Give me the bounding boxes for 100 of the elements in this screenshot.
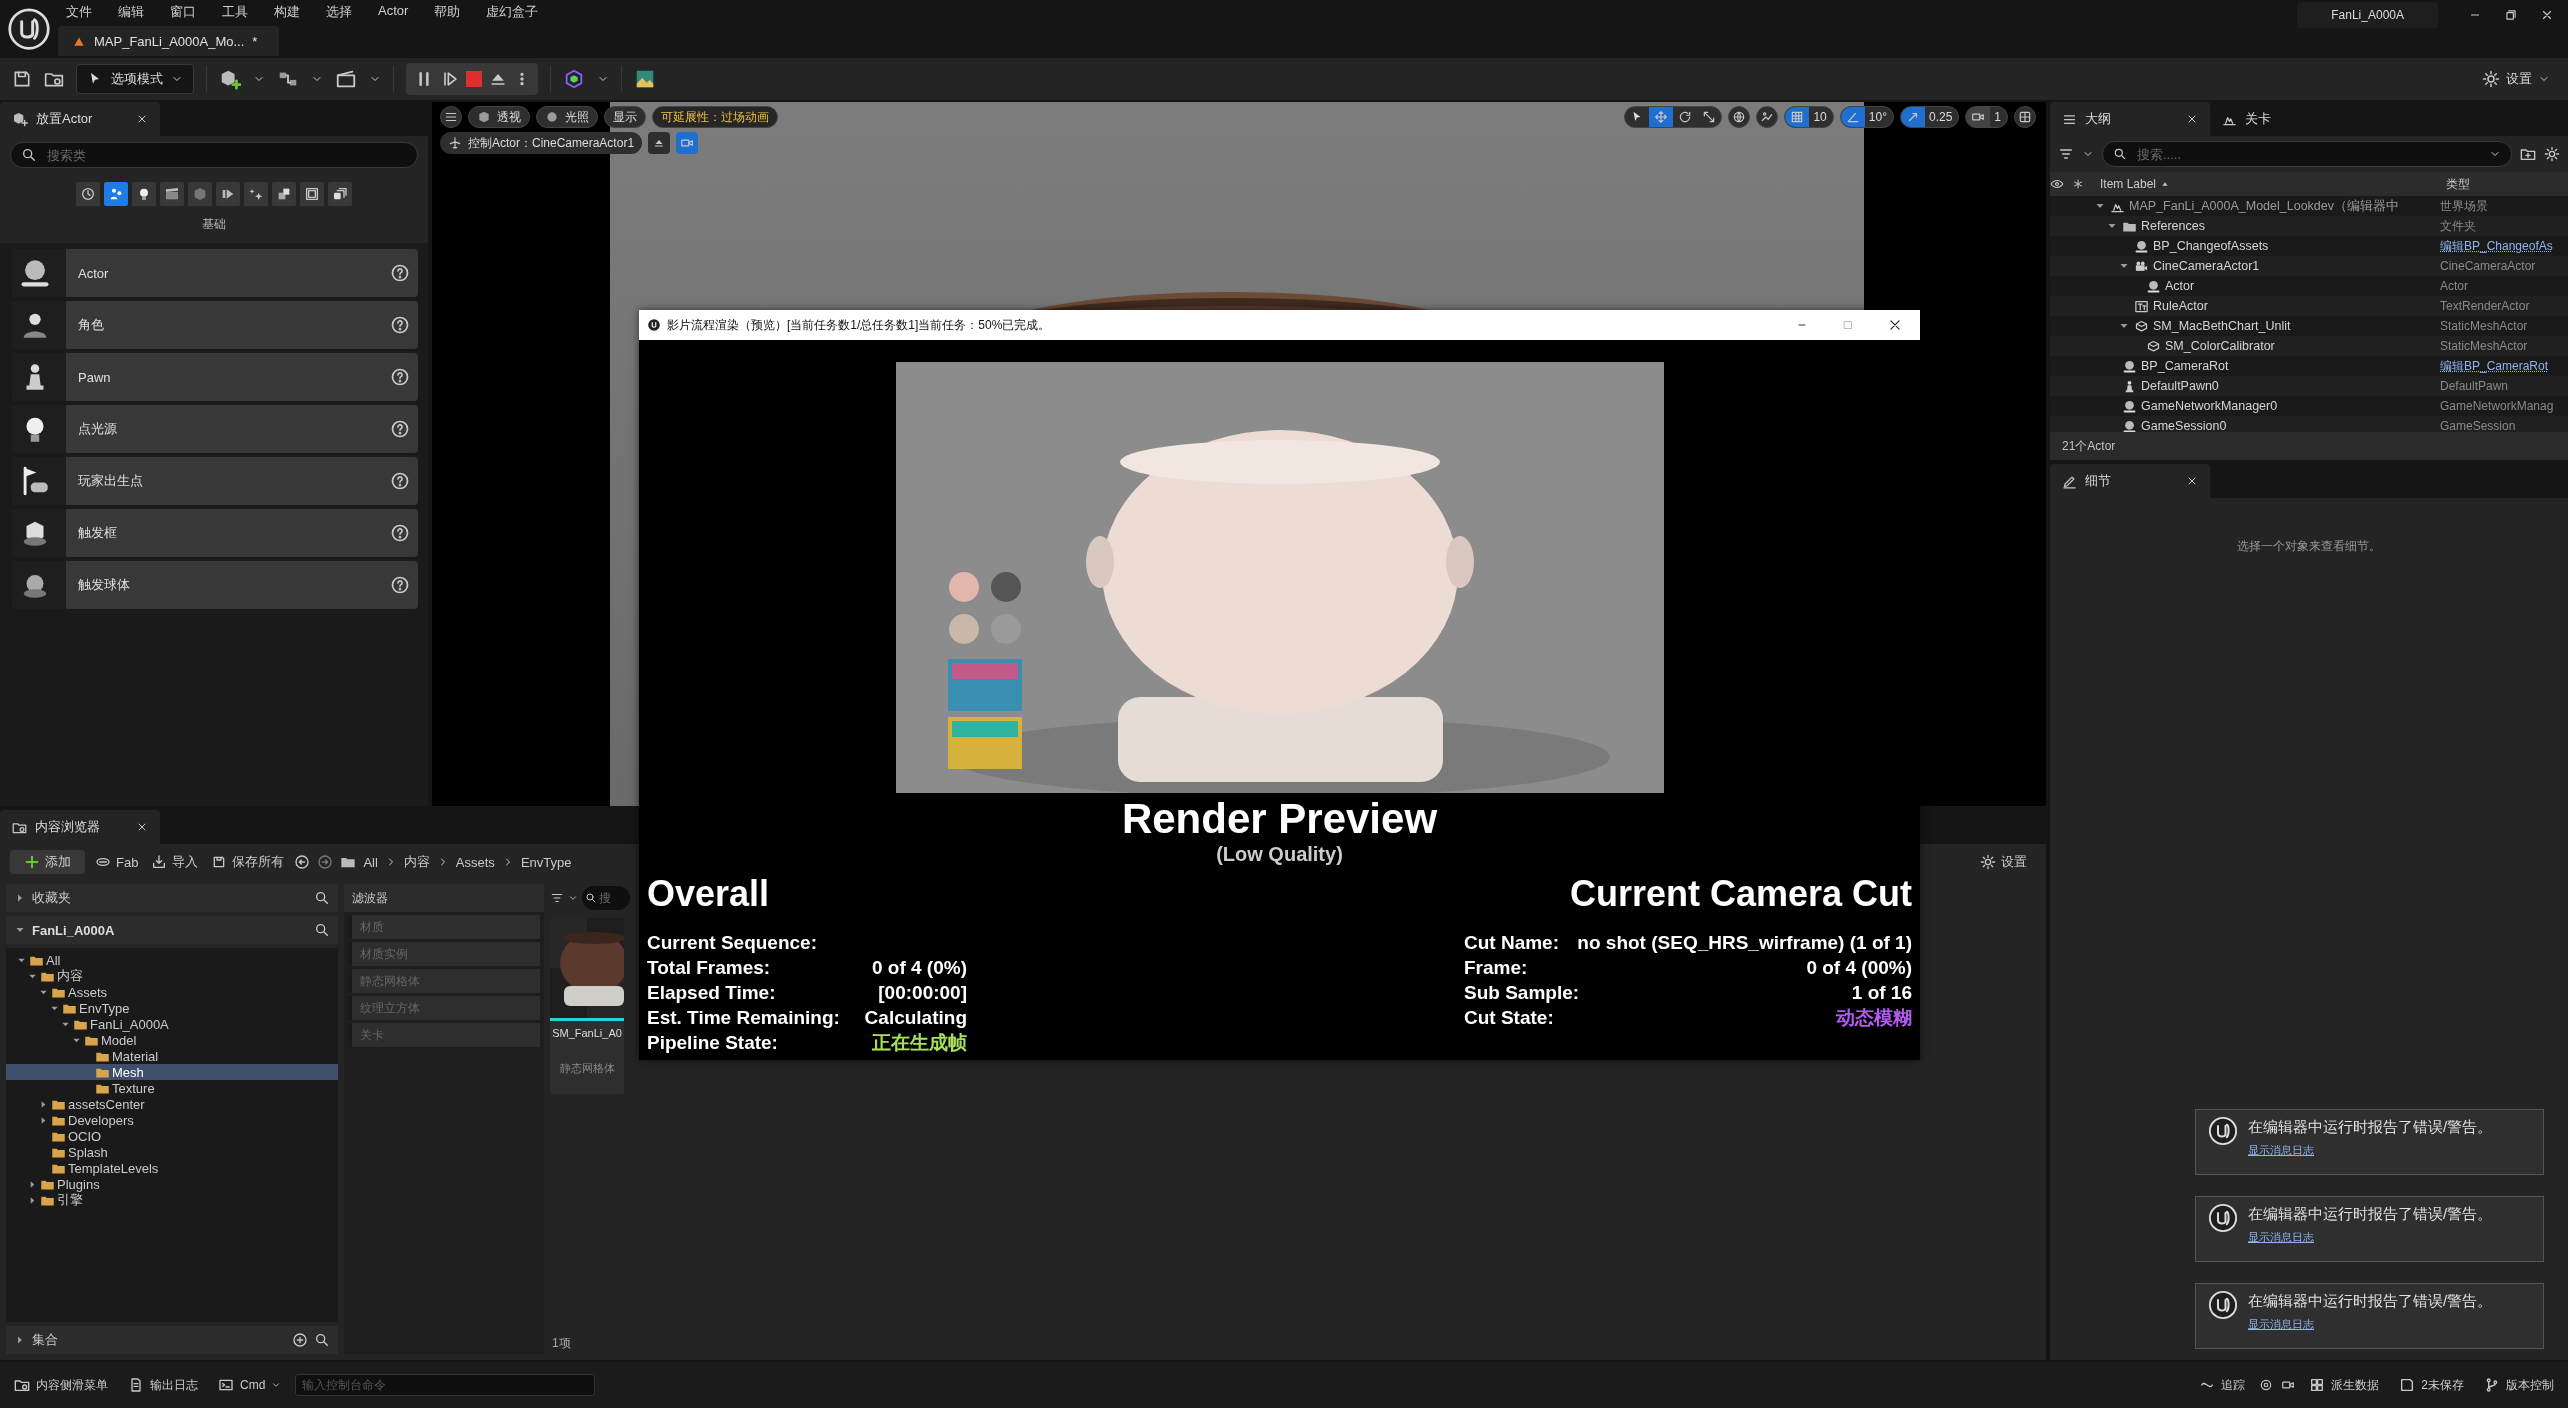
folder-item[interactable]: Model	[6, 1032, 338, 1048]
toolbar-button[interactable]: Fab	[92, 851, 142, 873]
add-folder-icon[interactable]	[2520, 146, 2536, 162]
restore-icon[interactable]	[2504, 8, 2518, 22]
outliner-item[interactable]: MAP_FanLi_A000A_Model_Lookdev（编辑器中	[2129, 197, 2399, 215]
console-field[interactable]: 输入控制台命令	[295, 1374, 596, 1396]
toolbar-button[interactable]: 添加	[10, 850, 85, 874]
panel-tab[interactable]: 大纲	[2050, 102, 2210, 136]
close-icon[interactable]	[136, 113, 148, 125]
search-field[interactable]: 搜	[582, 886, 630, 910]
folder-item[interactable]: Mesh	[6, 1064, 338, 1080]
platform-icon[interactable]	[563, 68, 585, 90]
settings-button[interactable]: 设置	[1977, 850, 2030, 874]
view-button[interactable]: 透视	[468, 106, 530, 128]
folder-item[interactable]: Texture	[6, 1080, 338, 1096]
document-tab[interactable]: MAP_FanLi_A000A_Mo... *	[58, 26, 280, 56]
outliner-item[interactable]: DefaultPawn0	[2141, 379, 2219, 393]
toolbar-button[interactable]: 保存所有	[208, 850, 288, 874]
help-icon[interactable]	[390, 263, 410, 283]
asset-tile[interactable]: SM_FanLi_A0 静态网格体	[550, 918, 624, 1094]
message-log-link[interactable]: 显示消息日志	[2248, 1317, 2493, 1332]
folder-item[interactable]: Developers	[6, 1112, 338, 1128]
outliner-item[interactable]: RuleActor	[2153, 299, 2208, 313]
help-icon[interactable]	[390, 471, 410, 491]
panel-tab[interactable]: 关卡	[2210, 102, 2370, 136]
placeable-item[interactable]: 触发球体	[12, 561, 418, 609]
category-tab[interactable]	[216, 182, 240, 206]
panel-tab[interactable]: 细节	[2050, 464, 2210, 498]
menu-item[interactable]: 构建	[274, 3, 300, 22]
search-icon[interactable]	[314, 1332, 330, 1348]
folder-item[interactable]: TemplateLevels	[6, 1160, 338, 1176]
folder-item[interactable]: EnvType	[6, 1000, 338, 1016]
outliner-item[interactable]: GameNetworkManager0	[2141, 399, 2278, 413]
category-tab[interactable]	[104, 182, 128, 206]
status-button[interactable]: 版本控制	[2478, 1374, 2560, 1396]
placeable-item[interactable]: Actor	[12, 249, 418, 297]
settings-icon[interactable]	[2544, 146, 2560, 162]
camera-speed-button[interactable]: 1	[1965, 106, 2008, 128]
column-header[interactable]: Item Label	[2094, 172, 2440, 196]
section-header[interactable]: 集合	[6, 1326, 338, 1354]
folder-item[interactable]: assetsCenter	[6, 1096, 338, 1112]
menu-item[interactable]: 虚幻盒子	[486, 3, 539, 22]
chevron-down-icon[interactable]	[568, 893, 578, 903]
category-tab[interactable]	[328, 182, 352, 206]
edit-link[interactable]: 编辑BP_CameraRot	[2440, 357, 2568, 375]
close-icon[interactable]	[1888, 318, 1902, 332]
help-icon[interactable]	[390, 315, 410, 335]
radar-icon[interactable]	[2259, 1378, 2274, 1392]
placeable-item[interactable]: Pawn	[12, 353, 418, 401]
mode-button[interactable]: 选项模式	[76, 64, 194, 94]
breadcrumb[interactable]: All	[363, 854, 378, 870]
breadcrumb[interactable]: EnvType	[520, 854, 572, 870]
outliner-item[interactable]: BP_CameraRot	[2141, 359, 2229, 373]
search-input[interactable]: 搜索类	[45, 146, 407, 164]
back-icon[interactable]	[294, 854, 311, 870]
status-button[interactable]: 追踪	[2193, 1374, 2252, 1396]
menu-item[interactable]: 帮助	[434, 3, 461, 22]
forward-icon[interactable]	[317, 854, 334, 870]
menu-item[interactable]: 选择	[326, 3, 352, 22]
menu-item[interactable]: Actor	[378, 3, 409, 22]
status-button[interactable]: 派生数据	[2303, 1374, 2386, 1396]
breadcrumb[interactable]: Assets	[455, 854, 495, 870]
category-tab[interactable]	[160, 182, 184, 206]
status-button[interactable]: 输出日志	[122, 1374, 204, 1396]
status-button[interactable]: 内容侧滑菜单	[8, 1374, 114, 1396]
help-icon[interactable]	[390, 523, 410, 543]
add-icon[interactable]	[292, 1332, 308, 1348]
folder-item[interactable]: FanLi_A000A	[6, 1016, 338, 1032]
outliner-item[interactable]: BP_ChangeofAssets	[2153, 239, 2269, 253]
breadcrumb[interactable]: 内容	[403, 853, 430, 871]
outliner-item[interactable]: GameSession0	[2141, 419, 2227, 432]
landscape-icon[interactable]	[634, 68, 656, 90]
folder-item[interactable]: Splash	[6, 1144, 338, 1160]
search-input[interactable]: 搜	[599, 891, 615, 905]
filter-icon[interactable]	[2058, 146, 2074, 162]
search-field[interactable]: 搜索类	[10, 142, 418, 168]
cmd-dropdown[interactable]: Cmd	[212, 1375, 288, 1395]
layout-button[interactable]	[2014, 106, 2036, 128]
folder-item[interactable]: All	[6, 952, 338, 968]
folder-item[interactable]: OCIO	[6, 1128, 338, 1144]
message-log-link[interactable]: 显示消息日志	[2248, 1143, 2493, 1158]
outliner-item[interactable]: References	[2141, 219, 2205, 233]
folder-item[interactable]: 内容	[6, 968, 338, 984]
category-tab[interactable]	[132, 182, 156, 206]
outliner-item[interactable]: SM_ColorCalibrator	[2165, 339, 2275, 353]
placeable-item[interactable]: 点光源	[12, 405, 418, 453]
outliner-item[interactable]: CineCameraActor1	[2153, 259, 2260, 273]
add-cube-icon[interactable]	[219, 68, 241, 90]
folder-item[interactable]: Assets	[6, 984, 338, 1000]
category-tab[interactable]	[76, 182, 100, 206]
menu-button[interactable]	[440, 106, 462, 128]
view-button[interactable]: 光照	[536, 106, 598, 128]
filter-icon[interactable]	[550, 891, 564, 905]
close-icon[interactable]	[2540, 8, 2554, 22]
menu-item[interactable]: 窗口	[170, 3, 196, 22]
toolbar-button[interactable]: 导入	[148, 850, 202, 874]
snap-toggle[interactable]: 0.25	[1899, 106, 1960, 128]
section-header[interactable]: 收藏夹	[6, 884, 338, 912]
help-icon[interactable]	[390, 367, 410, 387]
status-button[interactable]: 2未保存	[2393, 1374, 2470, 1396]
